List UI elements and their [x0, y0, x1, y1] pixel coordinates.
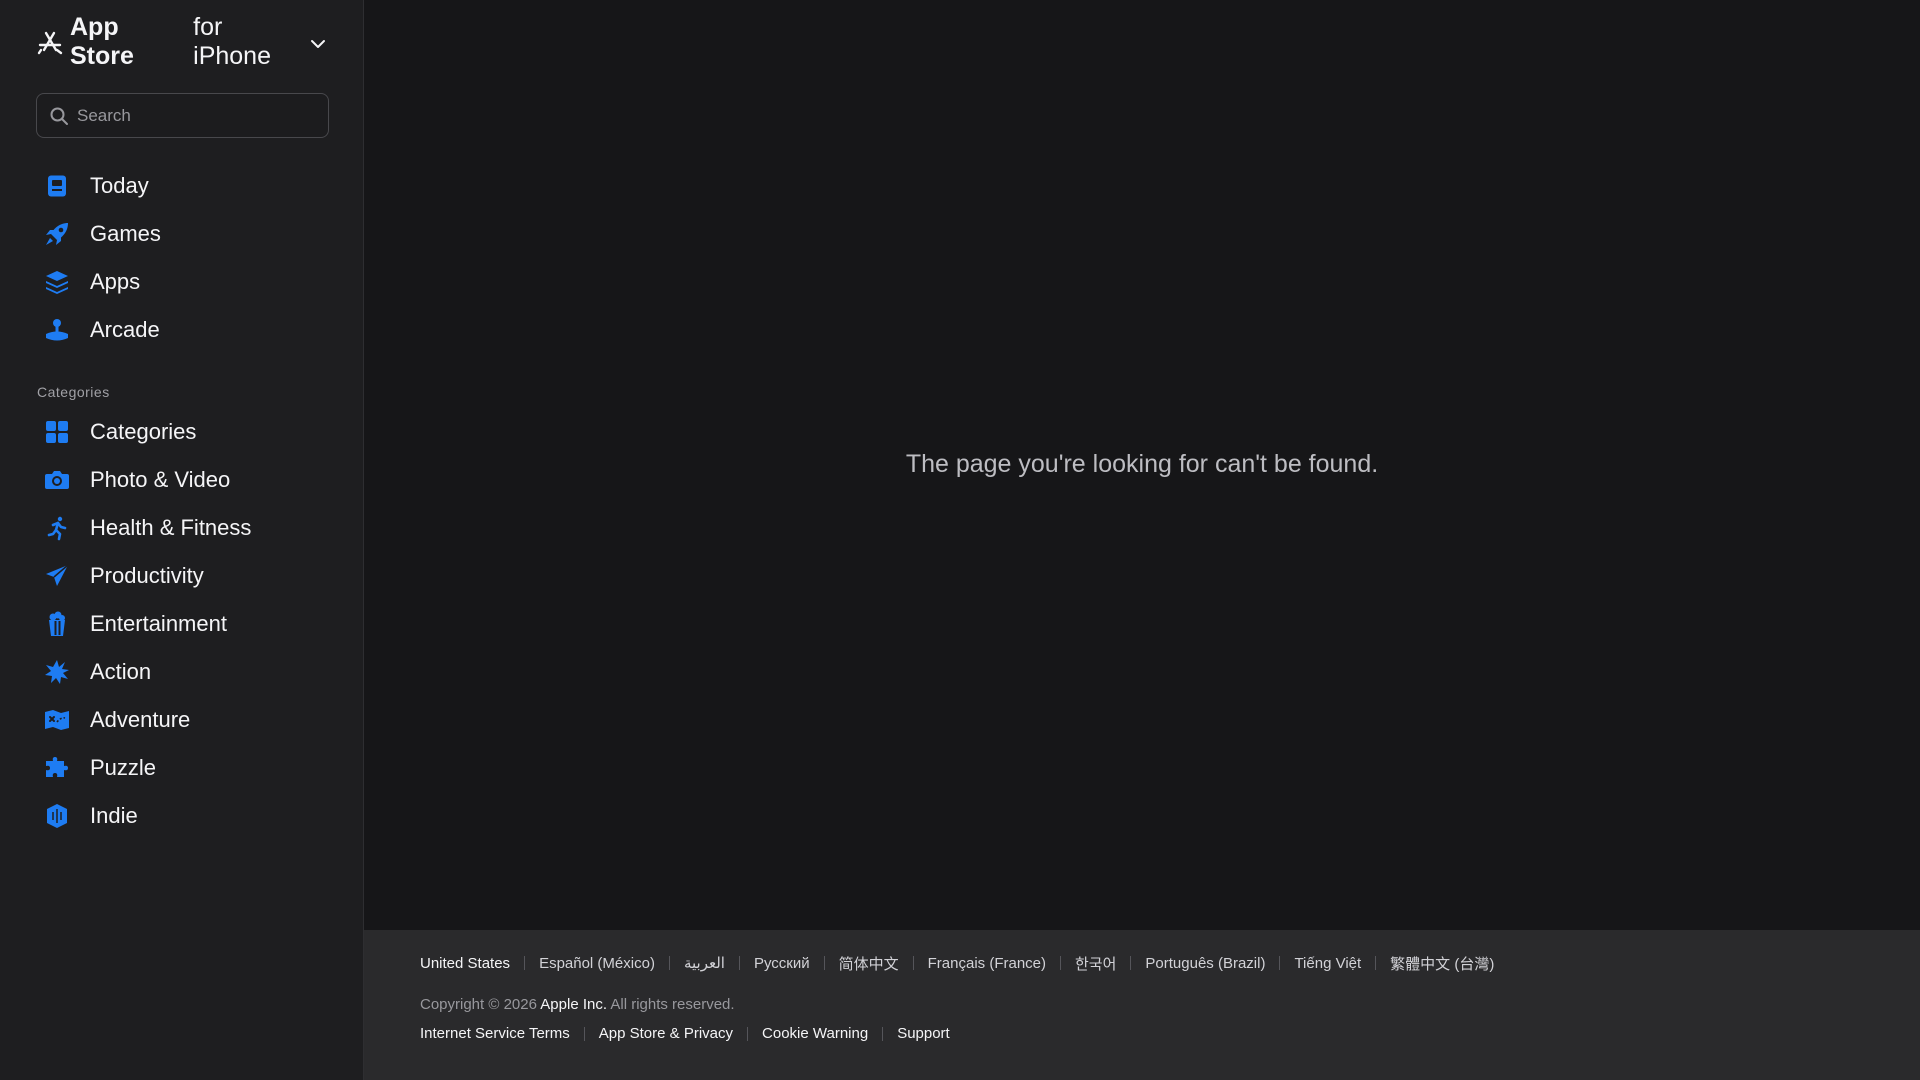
nav-item-indie[interactable]: Indie	[36, 792, 327, 840]
divider	[882, 1026, 884, 1041]
nav-label-apps: Apps	[90, 269, 141, 294]
nav-label-today: Today	[90, 173, 149, 198]
divider	[1375, 956, 1377, 970]
search-input[interactable]	[77, 105, 307, 126]
nav-item-entertainment[interactable]: Entertainment	[36, 600, 327, 648]
divider	[583, 1026, 585, 1041]
categories-nav: Categories Photo & Video Health & Fitnes…	[36, 408, 327, 840]
nav-label-games: Games	[90, 221, 161, 246]
brand-header[interactable]: App Store for iPhone	[36, 0, 327, 84]
nav-label-adventure: Adventure	[90, 707, 191, 732]
nav-item-categories[interactable]: Categories	[36, 408, 327, 456]
nav-item-productivity[interactable]: Productivity	[36, 552, 327, 600]
chevron-down-icon[interactable]	[309, 35, 327, 53]
app-store-icon	[36, 28, 64, 56]
puzzle-icon	[44, 755, 70, 781]
categories-section-label: Categories	[37, 384, 110, 400]
language-link[interactable]: Tiếng Việt	[1294, 955, 1361, 972]
language-link[interactable]: 简体中文	[839, 953, 899, 974]
brand-store-label: App Store	[70, 13, 134, 70]
nav-item-games[interactable]: Games	[36, 210, 327, 258]
rocket-icon	[44, 221, 70, 247]
running-icon	[44, 515, 70, 541]
joystick-icon	[44, 317, 70, 343]
apps-stack-icon	[44, 269, 70, 295]
support-link[interactable]: Support	[897, 1025, 950, 1042]
map-icon	[44, 707, 70, 733]
language-link[interactable]: Español (México)	[539, 955, 655, 972]
language-link[interactable]: 繁體中文 (台灣)	[1390, 953, 1494, 974]
copyright-suffix: All rights reserved.	[607, 996, 735, 1013]
divider	[1060, 956, 1061, 970]
main-content: The page you're looking for can't be fou…	[364, 0, 1920, 1080]
divider	[823, 956, 825, 970]
divider	[668, 956, 670, 970]
legal-links: Internet Service Terms App Store & Priva…	[420, 1025, 1864, 1042]
nav-label-entertainment: Entertainment	[90, 611, 227, 636]
nav-label-arcade: Arcade	[90, 317, 160, 342]
sidebar: App Store for iPhone Tod	[0, 0, 364, 1080]
nav-item-photo-video[interactable]: Photo & Video	[36, 456, 327, 504]
language-selector: United States Español (México) العربية Р…	[420, 946, 1864, 980]
brand-platform-label: for iPhone	[193, 13, 271, 70]
divider	[524, 956, 526, 970]
search-box	[36, 93, 329, 138]
nav-label-photo-video: Photo & Video	[90, 467, 231, 492]
language-link[interactable]: Русский	[754, 955, 810, 972]
language-link[interactable]: 한국어	[1075, 953, 1116, 974]
indie-icon	[44, 803, 70, 829]
copyright-prefix: Copyright © 2026	[420, 996, 541, 1013]
footer: United States Español (México) العربية Р…	[364, 930, 1920, 1080]
nav-label-categories: Categories	[90, 419, 197, 444]
company-name: Apple Inc.	[540, 996, 608, 1013]
divider	[738, 956, 740, 970]
nav-item-action[interactable]: Action	[36, 648, 327, 696]
divider	[1279, 956, 1281, 970]
today-icon	[44, 173, 70, 199]
nav-label-action: Action	[90, 659, 152, 684]
app-root: App Store for iPhone Tod	[0, 0, 1920, 1080]
language-link[interactable]: United States	[420, 955, 510, 972]
nav-item-adventure[interactable]: Adventure	[36, 696, 327, 744]
grid-icon	[44, 419, 70, 445]
not-found-message: The page you're looking for can't be fou…	[905, 450, 1379, 478]
nav-label-indie: Indie	[90, 803, 138, 828]
app-store-privacy-link[interactable]: App Store & Privacy	[599, 1025, 733, 1042]
divider	[747, 1026, 749, 1041]
nav-item-puzzle[interactable]: Puzzle	[36, 744, 327, 792]
nav-item-arcade[interactable]: Arcade	[36, 306, 327, 354]
divider	[912, 956, 914, 970]
copyright-text: Copyright © 2026 Apple Inc. All rights r…	[420, 996, 1864, 1013]
language-link[interactable]: العربية	[684, 954, 725, 972]
popcorn-icon	[44, 611, 70, 637]
language-link[interactable]: Português (Brazil)	[1145, 955, 1265, 972]
nav-label-productivity: Productivity	[90, 563, 204, 588]
search-icon	[49, 106, 69, 126]
cookie-warning-link[interactable]: Cookie Warning	[762, 1025, 868, 1042]
nav-label-health-fitness: Health & Fitness	[90, 515, 252, 540]
primary-nav: Today Games Apps Arcade	[36, 162, 327, 354]
camera-icon	[44, 467, 70, 493]
nav-item-health-fitness[interactable]: Health & Fitness	[36, 504, 327, 552]
nav-item-today[interactable]: Today	[36, 162, 327, 210]
nav-label-puzzle: Puzzle	[90, 755, 157, 780]
internet-service-terms-link[interactable]: Internet Service Terms	[420, 1025, 570, 1042]
language-link[interactable]: Français (France)	[928, 955, 1046, 972]
explosion-icon	[44, 659, 70, 685]
nav-item-apps[interactable]: Apps	[36, 258, 327, 306]
divider	[1130, 956, 1132, 970]
paper-plane-icon	[44, 563, 70, 589]
